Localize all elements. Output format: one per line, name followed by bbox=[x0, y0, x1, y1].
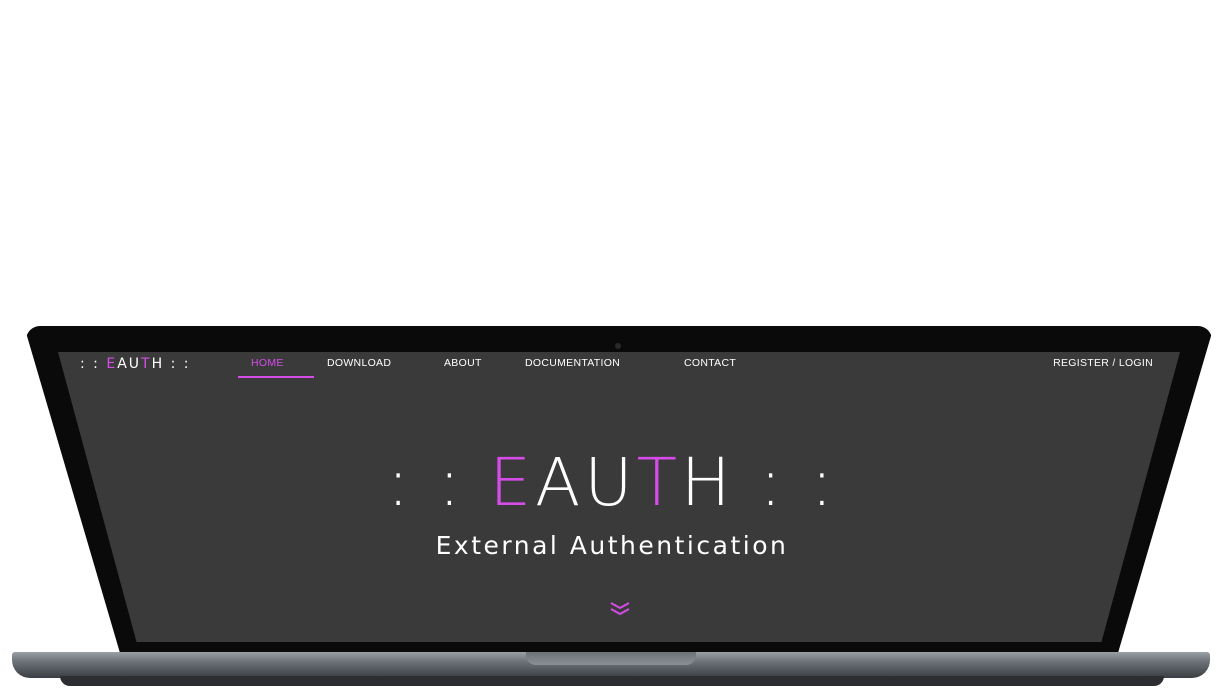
hero-title: : : EAUTH : : bbox=[0, 447, 1224, 519]
nav-item-home[interactable]: HOME bbox=[251, 356, 284, 370]
chevron-double-down-icon[interactable] bbox=[608, 600, 632, 616]
hero-letter-a: A bbox=[535, 444, 585, 521]
nav-logo[interactable]: : : EAUTH : : bbox=[80, 354, 190, 374]
logo-letter-h: H bbox=[151, 356, 165, 372]
register-login-link[interactable]: REGISTER / LOGIN bbox=[1053, 356, 1153, 370]
logo-letter-a: A bbox=[117, 356, 129, 372]
laptop-base-shadow bbox=[60, 676, 1164, 686]
logo-prefix: : : bbox=[80, 356, 107, 372]
nav-active-underline bbox=[238, 376, 314, 378]
hero-title-suffix: : : bbox=[734, 444, 837, 521]
hero-subtitle: External Authentication bbox=[435, 531, 789, 560]
logo-letter-t: T bbox=[141, 356, 152, 372]
hero-letter-u: U bbox=[584, 444, 637, 521]
nav-item-download[interactable]: DOWNLOAD bbox=[327, 356, 391, 370]
logo-letter-e: E bbox=[106, 356, 118, 372]
laptop-camera bbox=[615, 343, 621, 349]
hero-letter-h: H bbox=[680, 444, 735, 521]
laptop-notch bbox=[526, 652, 696, 665]
logo-suffix: : : bbox=[164, 356, 191, 372]
hero-title-prefix: : : bbox=[386, 444, 490, 521]
nav-item-documentation[interactable]: DOCUMENTATION bbox=[525, 356, 620, 370]
nav-item-about[interactable]: ABOUT bbox=[444, 356, 482, 370]
logo-letter-u: U bbox=[128, 356, 142, 372]
hero-letter-e: E bbox=[489, 444, 536, 521]
hero-letter-t: T bbox=[636, 444, 681, 521]
nav-item-contact[interactable]: CONTACT bbox=[684, 356, 736, 370]
